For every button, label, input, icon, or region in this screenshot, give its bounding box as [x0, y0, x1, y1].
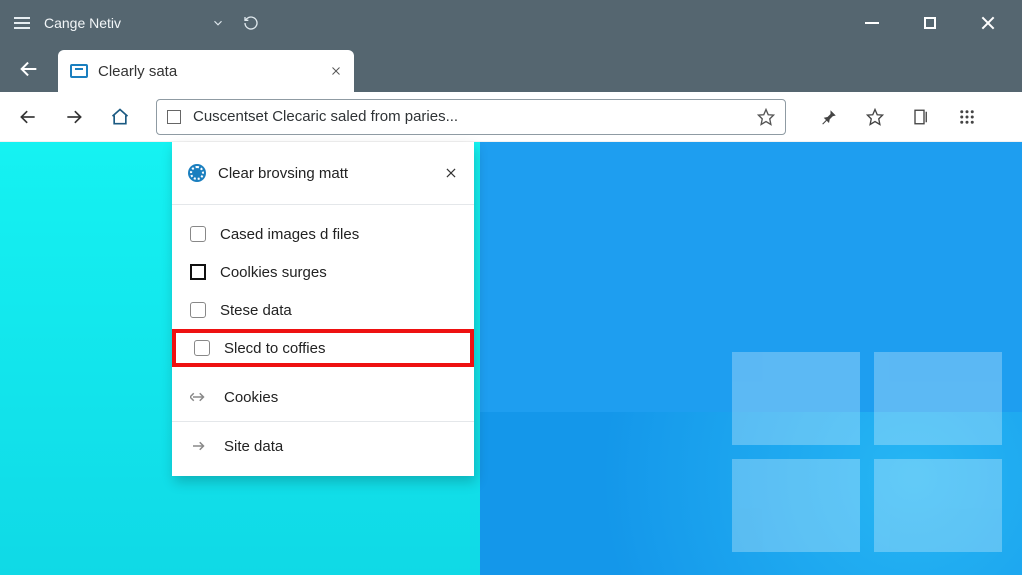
address-text: Cuscentset Clecaric saled from paries... — [193, 108, 745, 125]
row-label: Site data — [224, 438, 283, 455]
star-icon[interactable] — [757, 108, 775, 126]
window-title: Cange Netiv — [44, 15, 121, 31]
panel-header: Clear brovsing matt — [172, 142, 474, 204]
checkbox-icon[interactable] — [194, 340, 210, 356]
checkbox-cookies-surges[interactable]: Coolkies surges — [172, 253, 474, 291]
row-label: Cookies — [224, 389, 278, 406]
chevron-down-icon[interactable] — [211, 16, 225, 30]
back-history-button[interactable] — [14, 54, 44, 84]
address-bar[interactable]: Cuscentset Clecaric saled from paries... — [156, 99, 786, 135]
minimize-button[interactable] — [860, 11, 884, 35]
row-cookies[interactable]: Cookies — [172, 373, 474, 421]
row-site-data[interactable]: Site data — [172, 422, 474, 470]
checkbox-slecd-coffies[interactable]: Slecd to coffies — [172, 329, 474, 367]
title-bar: Cange Netiv — [0, 0, 1022, 46]
menu-icon[interactable] — [14, 17, 30, 29]
close-tab-button[interactable] — [330, 65, 342, 77]
close-panel-button[interactable] — [444, 166, 458, 180]
tab-title: Clearly sata — [98, 63, 320, 80]
nav-forward-button[interactable] — [64, 107, 84, 127]
page-icon — [167, 110, 181, 124]
checkbox-label: Coolkies surges — [220, 264, 327, 281]
desktop-background — [0, 142, 1022, 575]
checkbox-label: Slecd to coffies — [224, 340, 325, 357]
browser-tab[interactable]: Clearly sata — [58, 50, 354, 92]
arrow-right-icon — [190, 437, 208, 455]
content-area: Clear brovsing matt Cased images d files… — [0, 142, 1022, 575]
checkbox-icon[interactable] — [190, 226, 206, 242]
checkbox-label: Stese data — [220, 302, 292, 319]
close-window-button[interactable] — [976, 11, 1000, 35]
nav-back-button[interactable] — [18, 107, 38, 127]
arrow-right-icon — [190, 388, 208, 406]
checkbox-label: Cased images d files — [220, 226, 359, 243]
checkbox-icon[interactable] — [190, 264, 206, 280]
toolbar: Cuscentset Clecaric saled from paries... — [0, 92, 1022, 142]
checkbox-cached-images[interactable]: Cased images d files — [172, 215, 474, 253]
favorites-icon[interactable] — [866, 108, 884, 126]
collections-icon[interactable] — [912, 108, 930, 126]
globe-icon — [188, 164, 206, 182]
refresh-icon[interactable] — [243, 15, 259, 31]
clear-browsing-panel: Clear brovsing matt Cased images d files… — [172, 142, 474, 476]
maximize-button[interactable] — [918, 11, 942, 35]
panel-title: Clear brovsing matt — [218, 165, 432, 182]
tab-strip: Clearly sata — [0, 46, 1022, 92]
windows-logo-icon — [732, 352, 1002, 552]
more-icon[interactable] — [958, 108, 976, 126]
pin-icon[interactable] — [820, 108, 838, 126]
checkbox-stese-data[interactable]: Stese data — [172, 291, 474, 329]
home-button[interactable] — [110, 107, 130, 127]
checkbox-icon[interactable] — [190, 302, 206, 318]
tab-favicon-icon — [70, 64, 88, 78]
